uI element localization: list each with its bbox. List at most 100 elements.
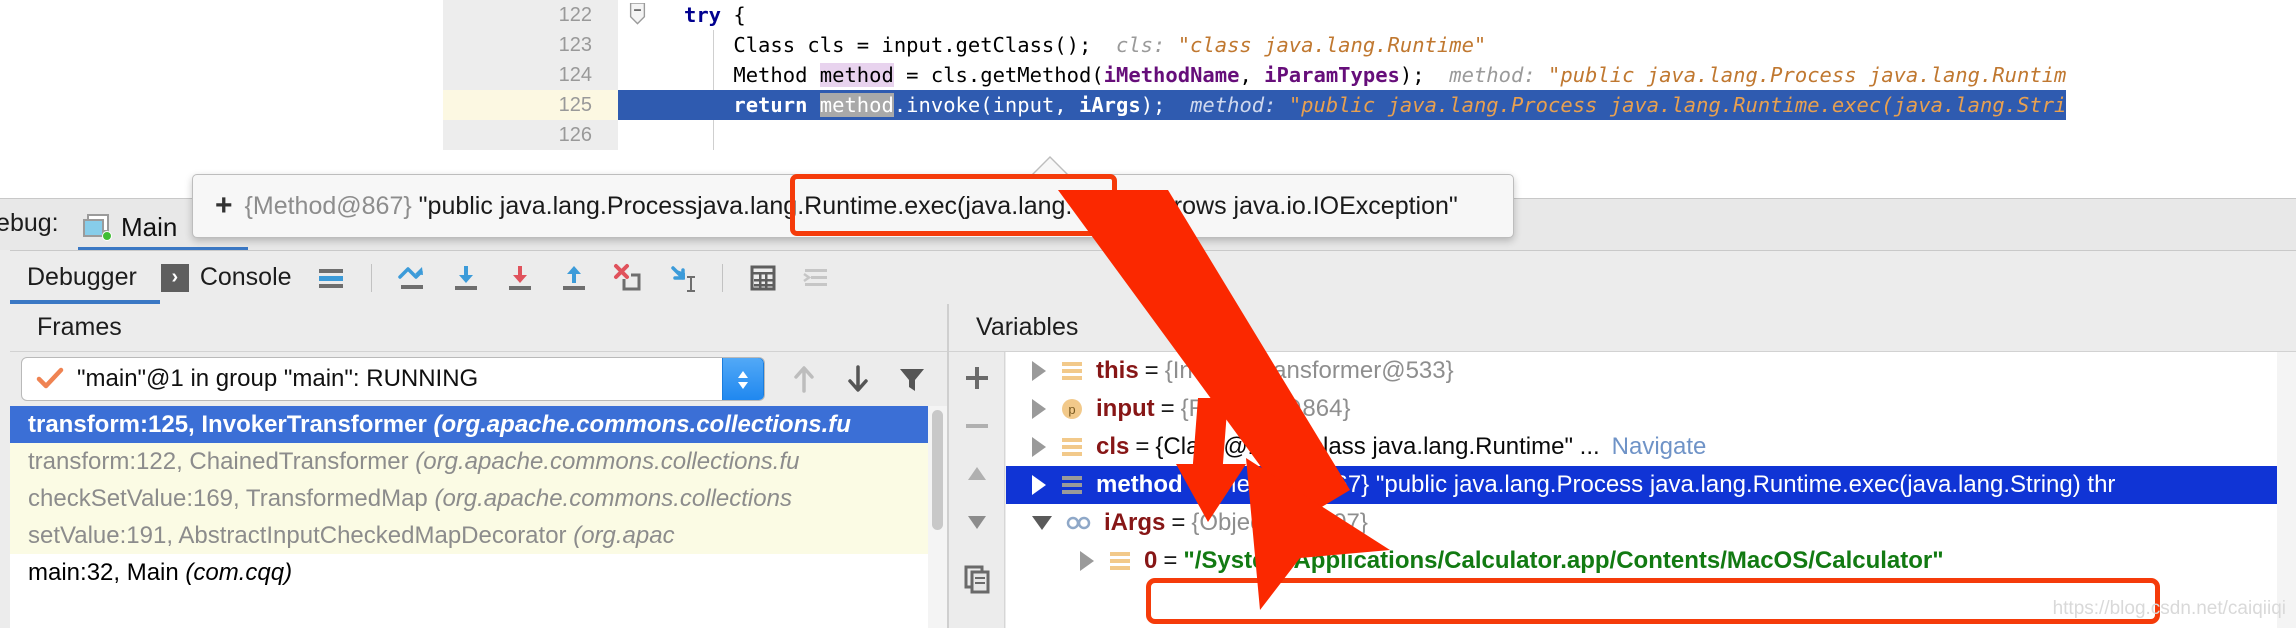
show-execution-point-button[interactable] [385,251,439,305]
layout-bars-button[interactable] [304,251,358,305]
fold-strip-126[interactable] [618,120,660,150]
expand-arrow-icon[interactable] [1032,437,1046,457]
variables-scrollbar[interactable] [2277,352,2296,628]
tab-debugger[interactable]: Debugger [10,251,149,305]
variable-row[interactable]: method = {Method@867} "public java.lang.… [1006,466,2296,504]
frame-package: (org.apache.commons.collections.fu [433,411,851,438]
marker-strip-125 [660,90,684,120]
frames-scrollbar[interactable] [928,406,947,628]
variable-value: {Runtime@864} [1180,395,1351,422]
code-line-123[interactable]: 123 Class cls = input.getClass(); cls: "… [443,30,2296,60]
parameter-icon: p [1062,399,1082,419]
variables-panel-header: Variables [949,304,2296,352]
variable-row[interactable]: 0 = "/System/Applications/Calculator.app… [1006,542,2296,580]
navigate-link[interactable]: Navigate [1612,428,1707,466]
code-line-122[interactable]: 122 try { [443,0,2296,30]
frame-up-icon[interactable] [785,360,823,398]
run-to-cursor-button[interactable] [655,251,709,305]
variable-row[interactable]: iArgs = {Object[1]@807} [1006,504,2296,542]
fold-strip-125[interactable] [618,90,660,120]
thread-selector-row[interactable]: "main"@1 in group "main": RUNNING [10,352,947,406]
frame-down-icon[interactable] [839,360,877,398]
expand-arrow-icon[interactable] [1032,361,1046,381]
triangle-down-icon [968,516,986,529]
variable-row[interactable]: p input = {Runtime@864} [1006,390,2296,428]
line125-post: ); [1140,93,1166,117]
chevron-updown-icon[interactable] [722,358,764,400]
inlay-value-cls: "class java.lang.Runtime" [1177,33,1487,57]
variable-equals: = [1171,509,1186,536]
code-line-126[interactable]: 126 [443,120,2296,150]
inlay-value-method-124: "public java.lang.Process java.lang.Runt… [1548,63,2067,87]
move-up-button[interactable] [959,456,995,492]
expand-arrow-icon[interactable] [1080,551,1094,571]
fold-strip-123[interactable] [618,30,660,60]
line-number-123: 123 [443,30,618,60]
inlay-value-method-125: "public java.lang.Process java.lang.Runt… [1288,93,2067,117]
param-iparamtypes: iParamTypes [1264,63,1400,87]
fold-collapse-icon[interactable] [629,3,646,25]
frame-package: (org.apache.commons.collections [434,485,792,512]
show-execution-point-icon [397,266,423,289]
debugger-toolbar[interactable]: Debugger › Console [10,250,2296,304]
console-play-icon: › [160,263,189,292]
code-line-125[interactable]: 125 return method.invoke(input, iArgs); … [443,90,2296,120]
expand-plus-icon[interactable]: + [215,191,233,221]
fold-strip-124[interactable] [618,60,660,90]
expand-arrow-icon[interactable] [1032,475,1046,495]
add-watch-button[interactable] [959,360,995,396]
value-tooltip-popup[interactable]: + {Method@867} "public java.lang.Process… [192,174,1514,238]
debug-tool-window: Debug: Main × Debugger › Console [0,198,2296,628]
line124-pre: Method [733,63,820,87]
inlay-label-method-124: method: [1449,63,1536,87]
copy-icon [964,565,990,594]
variable-value: {Class@130} "class java.lang.Runtime" ..… [1155,433,1600,460]
move-down-button[interactable] [959,504,995,540]
collapse-arrow-icon[interactable] [1032,516,1052,530]
step-into-button[interactable] [493,251,547,305]
indent-guide-126 [713,120,714,150]
frame-row[interactable]: checkSetValue:169, TransformedMap (org.a… [10,480,928,517]
frame-method: transform:122, ChainedTransformer [28,448,416,475]
code-line-124[interactable]: 124 Method method = cls.getMethod(iMetho… [443,60,2296,90]
frame-row[interactable]: transform:122, ChainedTransformer (org.a… [10,443,928,480]
frames-list[interactable]: transform:125, InvokerTransformer (org.a… [10,406,928,628]
code-text-124: Method method = cls.getMethod(iMethodNam… [684,60,2066,90]
marker-strip-123 [660,30,684,60]
variable-row[interactable]: this = {InvokerTransformer@533} [1006,352,2296,390]
expand-arrow-icon[interactable] [1032,399,1046,419]
evaluate-expression-button[interactable] [736,251,790,305]
frame-row[interactable]: main:32, Main (com.cqq) [10,554,928,591]
keyword-try: try [684,3,722,27]
variables-gutter[interactable] [949,352,1005,628]
step-out-button[interactable] [547,251,601,305]
filter-icon[interactable] [893,360,931,398]
frame-row[interactable]: transform:125, InvokerTransformer (org.a… [10,406,928,443]
drop-frame-button[interactable] [601,251,655,305]
variable-name: cls [1096,433,1130,460]
layout-settings-button[interactable] [790,251,844,305]
frame-row[interactable]: setValue:191, AbstractInputCheckedMapDec… [10,517,928,554]
tab-console-label: Console [199,263,292,291]
panel-divider[interactable] [947,304,949,628]
variable-row[interactable]: cls = {Class@130} "class java.lang.Runti… [1006,428,2296,466]
line124-post: ); [1399,63,1425,87]
remove-watch-button[interactable] [959,408,995,444]
field-icon [1110,552,1130,570]
tab-console[interactable]: › Console [149,251,304,305]
frames-nav-buttons[interactable] [785,360,931,398]
code-text-123: Class cls = input.getClass(); cls: "clas… [684,30,1486,60]
variable-equals: = [1135,433,1150,460]
tooltip-arrow [1032,158,1068,176]
step-over-button[interactable] [439,251,493,305]
copy-value-button[interactable] [959,560,995,596]
variables-list[interactable]: this = {InvokerTransformer@533} p input … [1006,352,2296,628]
frames-scrollbar-thumb[interactable] [932,410,943,530]
triangle-up-icon [968,467,986,480]
variable-equals: = [1160,395,1175,422]
inlay-label-method-125: method: [1190,93,1277,117]
toolbar-separator-1 [370,263,372,292]
debug-tab-label: Main [121,211,178,242]
identifier-method-125: method [819,93,894,117]
thread-combobox[interactable]: "main"@1 in group "main": RUNNING [21,357,765,401]
